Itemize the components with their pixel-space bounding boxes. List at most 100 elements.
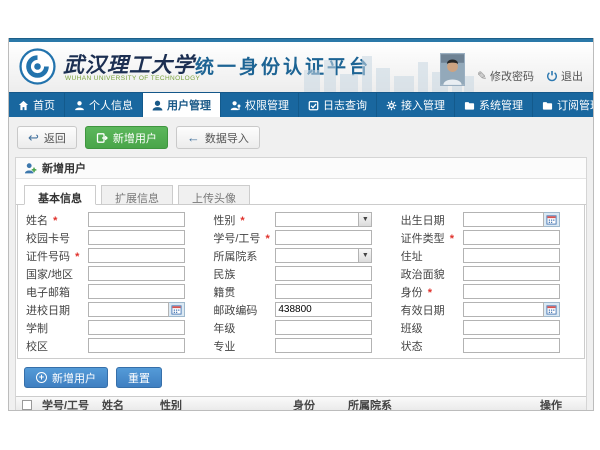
tab-upload-avatar[interactable]: 上传头像 <box>178 185 250 205</box>
chevron-down-icon[interactable]: ▼ <box>358 249 371 262</box>
select-all-cell <box>16 400 38 410</box>
field-campus: 校区 <box>26 338 199 353</box>
required-asterisk: * <box>75 251 79 263</box>
back-button[interactable]: ↩ 返回 <box>17 126 77 149</box>
valid-date-input[interactable] <box>463 302 544 317</box>
user-avatar <box>440 53 465 86</box>
change-password-label: 修改密码 <box>490 68 534 84</box>
entry-date-input[interactable] <box>88 302 169 317</box>
field-student-id: 学号/工号 * <box>213 230 386 245</box>
status-input[interactable] <box>463 338 560 353</box>
field-label: 学号/工号 * <box>213 230 275 246</box>
field-label: 姓名 * <box>26 212 88 228</box>
student-id-input[interactable] <box>275 230 372 245</box>
name-input[interactable] <box>88 212 185 227</box>
education-length-input[interactable] <box>88 320 185 335</box>
required-asterisk: * <box>428 287 432 299</box>
field-label: 年级 <box>213 320 275 336</box>
field-political-status: 政治面貌 <box>401 266 574 281</box>
select-all-checkbox[interactable] <box>22 400 32 410</box>
field-id-type: 证件类型 * <box>401 230 574 245</box>
tab-extended-info[interactable]: 扩展信息 <box>101 185 173 205</box>
political-status-input[interactable] <box>463 266 560 281</box>
panel-tabs: 基本信息扩展信息上传头像 <box>16 179 586 205</box>
required-asterisk: * <box>53 215 57 227</box>
panel-title: 新增用户 <box>42 160 86 176</box>
person-icon <box>152 100 163 111</box>
column-header-gender: 性别 <box>156 397 289 411</box>
nav-tab-home[interactable]: 首页 <box>9 93 65 117</box>
nav-tab-system[interactable]: 系统管理 <box>455 93 533 117</box>
nav-tab-user-mgmt[interactable]: 用户管理 <box>143 93 221 117</box>
submit-add-user-label: 新增用户 <box>52 370 96 386</box>
field-major: 专业 <box>213 338 386 353</box>
reset-label: 重置 <box>128 370 150 386</box>
field-grade: 年级 <box>213 320 386 335</box>
calendar-icon[interactable] <box>544 302 560 317</box>
grade-input[interactable] <box>275 320 372 335</box>
field-label: 国家/地区 <box>26 266 88 282</box>
column-header-identity: 身份 <box>289 397 344 411</box>
postal-code-input[interactable] <box>275 302 372 317</box>
field-address: 住址 <box>401 248 574 263</box>
key-person-icon <box>230 100 241 111</box>
logout-button[interactable]: 退出 <box>546 68 583 86</box>
birth-date-input[interactable] <box>463 212 544 227</box>
calendar-icon[interactable] <box>169 302 185 317</box>
nav-tab-access[interactable]: 接入管理 <box>377 93 455 117</box>
nav-tab-label: 日志查询 <box>323 97 367 113</box>
nav-tab-label: 个人信息 <box>89 97 133 113</box>
field-id-number: 证件号码 * <box>26 248 199 263</box>
id-number-input[interactable] <box>88 248 185 263</box>
change-password-button[interactable]: ✎ 修改密码 <box>477 68 534 86</box>
address-input[interactable] <box>463 248 560 263</box>
reset-button[interactable]: 重置 <box>116 367 162 388</box>
field-class: 班级 <box>401 320 574 335</box>
country-input[interactable] <box>88 266 185 281</box>
field-valid-date: 有效日期 <box>401 302 574 317</box>
submit-add-user-button[interactable]: + 新增用户 <box>24 367 108 388</box>
chevron-down-icon[interactable]: ▼ <box>358 213 371 226</box>
new-user-icon <box>96 132 108 144</box>
ethnicity-input[interactable] <box>275 266 372 281</box>
field-label: 身份 * <box>401 284 463 300</box>
campus-input[interactable] <box>88 338 185 353</box>
native-place-input[interactable] <box>275 284 372 299</box>
identity-input[interactable] <box>463 284 560 299</box>
field-label: 状态 <box>401 338 463 354</box>
field-campus-card: 校园卡号 <box>26 230 199 245</box>
nav-tab-label: 接入管理 <box>401 97 445 113</box>
calendar-icon[interactable] <box>544 212 560 227</box>
class-input[interactable] <box>463 320 560 335</box>
tab-basic-info[interactable]: 基本信息 <box>24 185 96 205</box>
field-native-place: 籍贯 <box>213 284 386 299</box>
nav-tab-label: 首页 <box>33 97 55 113</box>
nav-tab-logs[interactable]: 日志查询 <box>299 93 377 117</box>
nav-tab-permission[interactable]: 权限管理 <box>221 93 299 117</box>
plus-icon: + <box>36 372 47 383</box>
campus-card-input[interactable] <box>88 230 185 245</box>
add-user-toolbar-button[interactable]: 新增用户 <box>85 126 168 149</box>
nav-tab-label: 订阅管理 <box>557 97 594 113</box>
nav-tab-profile[interactable]: 个人信息 <box>65 93 143 117</box>
field-label: 校区 <box>26 338 88 354</box>
checklist-icon <box>308 100 319 111</box>
field-label: 有效日期 <box>401 302 463 318</box>
id-type-input[interactable] <box>463 230 560 245</box>
logout-label: 退出 <box>561 68 583 84</box>
field-ethnicity: 民族 <box>213 266 386 281</box>
email-input[interactable] <box>88 284 185 299</box>
add-user-icon <box>24 162 37 175</box>
field-label: 证件号码 * <box>26 248 88 264</box>
column-header-operations: 操作 <box>536 397 586 411</box>
folder-icon <box>542 100 553 111</box>
back-arrow-icon: ↩ <box>28 131 39 144</box>
data-import-button[interactable]: ← 数据导入 <box>176 126 260 149</box>
major-input[interactable] <box>275 338 372 353</box>
field-label: 进校日期 <box>26 302 88 318</box>
form-actions: + 新增用户 重置 <box>16 359 586 396</box>
nav-tab-subscription[interactable]: 订阅管理 <box>533 93 594 117</box>
column-header-student-id: 学号/工号 <box>38 397 98 411</box>
field-country: 国家/地区 <box>26 266 199 281</box>
field-label: 电子邮箱 <box>26 284 88 300</box>
